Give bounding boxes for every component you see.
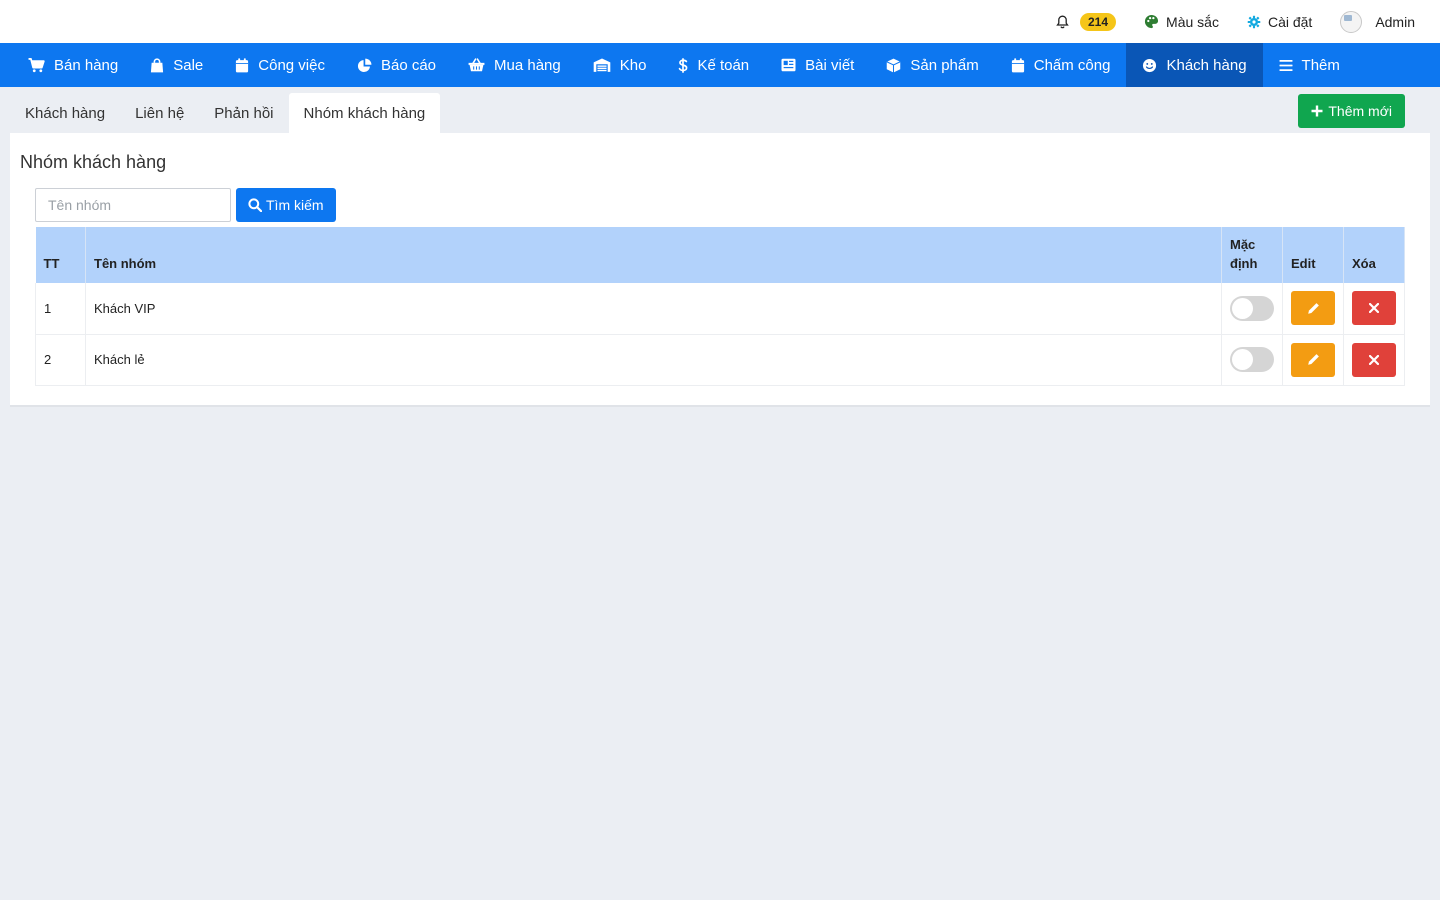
nav-label: Thêm — [1301, 56, 1340, 74]
nav-label: Chấm công — [1033, 56, 1111, 74]
row-number: 1 — [35, 283, 86, 335]
top-utility-bar: 214 Màu sắc Cài đặt Admin — [0, 0, 1440, 43]
nav-item-ban-hang[interactable]: Bán hàng — [12, 43, 134, 87]
default-toggle[interactable] — [1230, 347, 1274, 372]
nav-item-sale[interactable]: Sale — [134, 43, 219, 87]
close-icon — [1369, 354, 1379, 365]
settings-menu[interactable]: Cài đặt — [1247, 14, 1312, 30]
nav-item-mua-hang[interactable]: Mua hàng — [452, 43, 577, 87]
row-number: 2 — [35, 334, 86, 386]
cart-icon — [28, 57, 45, 72]
user-name: Admin — [1375, 13, 1415, 30]
delete-cell — [1343, 334, 1405, 386]
column-header-default-line1: Mặc — [1230, 237, 1256, 252]
avatar — [1340, 10, 1363, 33]
nav-item-san-pham[interactable]: Sản phẩm — [870, 43, 994, 87]
nav-label: Bán hàng — [54, 56, 119, 74]
pencil-icon — [1307, 354, 1319, 365]
column-header-name: Tên nhóm — [85, 227, 1222, 283]
close-icon — [1369, 303, 1379, 314]
nav-label: Báo cáo — [380, 56, 437, 74]
column-header-default-line2: định — [1230, 256, 1258, 271]
article-icon — [781, 58, 796, 72]
page-title: Nhóm khách hàng — [20, 152, 167, 172]
sub-tabs: Khách hàng Liên hệ Phản hồi Nhóm khách h… — [0, 87, 1440, 133]
default-toggle[interactable] — [1230, 295, 1274, 321]
user-menu[interactable]: Admin — [1340, 10, 1415, 33]
table-row: 2 Khách lẻ — [35, 334, 1405, 386]
nav-item-them[interactable]: Thêm — [1263, 43, 1356, 87]
column-header-default: Mặc định — [1221, 227, 1283, 283]
nav-label: Sản phẩm — [910, 56, 979, 74]
nav-item-khach-hang[interactable]: Khách hàng — [1126, 43, 1263, 87]
default-cell — [1221, 283, 1283, 335]
bell-icon — [1056, 15, 1069, 28]
calendar-icon — [1011, 57, 1024, 72]
nav-label: Kế toán — [697, 56, 750, 74]
delete-cell — [1343, 283, 1405, 335]
search-button-label: Tìm kiếm — [266, 197, 324, 213]
search-button[interactable]: Tìm kiếm — [236, 188, 336, 222]
edit-button[interactable] — [1291, 291, 1335, 326]
pencil-icon — [1307, 302, 1319, 314]
delete-button[interactable] — [1352, 291, 1396, 326]
warehouse-icon — [593, 58, 611, 72]
notifications-button[interactable]: 214 — [1056, 12, 1117, 31]
nav-item-cong-viec[interactable]: Công việc — [219, 43, 341, 87]
main-navigation: Bán hàng Sale Công việc Báo cáo Mua hàng… — [0, 43, 1440, 87]
tab-khach-hang[interactable]: Khách hàng — [10, 93, 120, 133]
nav-item-bai-viet[interactable]: Bài viết — [765, 43, 870, 87]
search-icon — [248, 198, 262, 212]
search-row: Tìm kiếm — [35, 188, 336, 222]
default-cell — [1221, 334, 1283, 386]
smile-icon — [1143, 58, 1157, 72]
tab-nhom-khach-hang[interactable]: Nhóm khách hàng — [288, 93, 441, 133]
add-new-button[interactable]: Thêm mới — [1298, 94, 1405, 128]
add-new-label: Thêm mới — [1328, 103, 1392, 119]
column-header-edit: Edit — [1282, 227, 1344, 283]
nav-label: Bài viết — [805, 56, 855, 74]
box-icon — [886, 58, 901, 72]
nav-label: Kho — [619, 56, 647, 74]
tab-lien-he[interactable]: Liên hệ — [120, 93, 199, 133]
settings-label: Cài đặt — [1267, 13, 1313, 30]
group-name: Khách lẻ — [85, 334, 1222, 386]
group-name: Khách VIP — [85, 283, 1222, 335]
colors-menu[interactable]: Màu sắc — [1144, 14, 1219, 30]
edit-button[interactable] — [1291, 342, 1335, 377]
gear-icon — [1247, 15, 1261, 28]
group-name-search-input[interactable] — [35, 188, 231, 222]
nav-label: Sale — [173, 56, 204, 74]
palette-icon — [1144, 14, 1159, 29]
nav-item-bao-cao[interactable]: Báo cáo — [341, 43, 452, 87]
nav-item-kho[interactable]: Kho — [577, 43, 663, 87]
customer-group-panel: Nhóm khách hàng Tìm kiếm TT Tên nhóm Mặc… — [10, 133, 1430, 407]
plus-icon — [1311, 105, 1323, 117]
tab-phan-hoi[interactable]: Phản hồi — [199, 93, 288, 133]
bag-icon — [151, 57, 164, 72]
basket-icon — [468, 58, 485, 72]
edit-cell — [1282, 334, 1344, 386]
delete-button[interactable] — [1352, 342, 1396, 377]
customer-group-table: TT Tên nhóm Mặc định Edit Xóa 1 Khách VI… — [35, 227, 1405, 386]
column-header-delete: Xóa — [1343, 227, 1405, 283]
notification-count-badge: 214 — [1080, 12, 1117, 31]
colors-label: Màu sắc — [1166, 13, 1219, 30]
pie-chart-icon — [357, 58, 372, 72]
nav-label: Công việc — [258, 56, 325, 74]
table-header-row: TT Tên nhóm Mặc định Edit Xóa — [35, 227, 1405, 283]
edit-cell — [1282, 283, 1344, 335]
dollar-icon — [679, 57, 688, 73]
table-row: 1 Khách VIP — [35, 283, 1405, 335]
nav-item-ke-toan[interactable]: Kế toán — [662, 43, 765, 87]
calendar-icon — [236, 57, 249, 72]
nav-label: Khách hàng — [1166, 56, 1247, 74]
nav-item-cham-cong[interactable]: Chấm công — [995, 43, 1127, 87]
nav-label: Mua hàng — [494, 56, 561, 74]
menu-icon — [1279, 59, 1293, 71]
column-header-tt: TT — [35, 227, 86, 283]
